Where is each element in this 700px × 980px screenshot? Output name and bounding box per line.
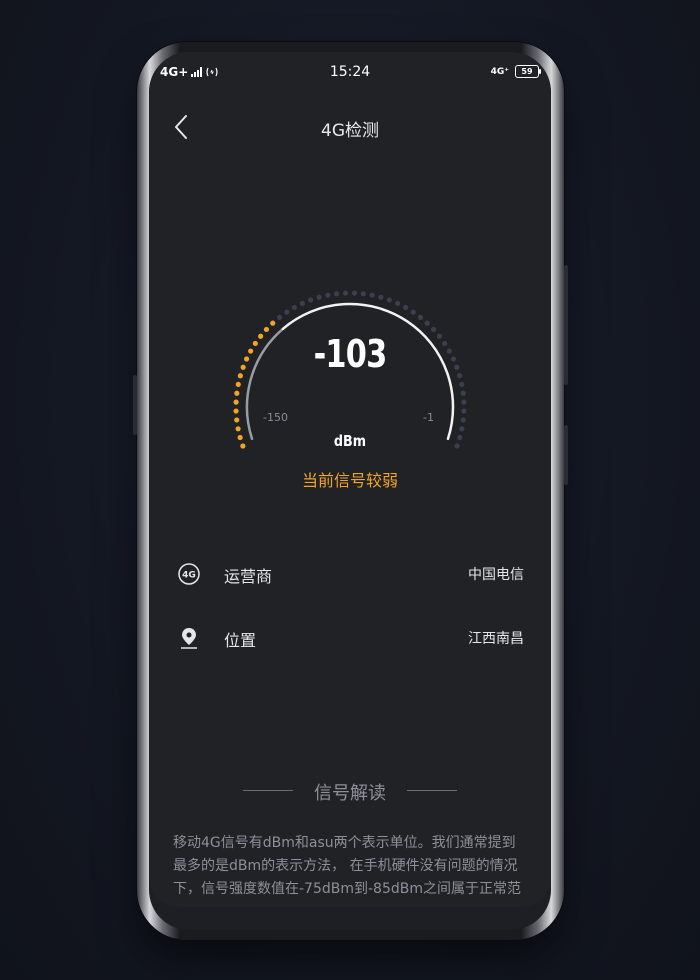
gauge-dot	[461, 408, 467, 414]
gauge-dot	[459, 381, 465, 388]
gauge-dot	[402, 304, 409, 311]
gauge-dot	[299, 300, 305, 307]
gauge-dot	[459, 426, 465, 432]
phone-screen: 4G+ 15:24 4G⁺ 59 4G检测 -103 -150 -1 dBm 当…	[149, 52, 551, 930]
gauge-dot-active	[235, 381, 241, 388]
location-value: 江西南昌	[468, 631, 524, 647]
status-right: 4G⁺ 59	[490, 65, 541, 78]
signal-status: 当前信号较弱	[301, 471, 398, 490]
gauge-dot-active	[270, 320, 276, 326]
gauge-dot	[308, 297, 314, 303]
gauge-dot-active	[234, 390, 240, 396]
gauge-dot	[417, 314, 424, 320]
gauge-dot	[316, 294, 322, 300]
gauge-dot	[378, 294, 384, 300]
gauge-dot	[424, 320, 430, 326]
location-row[interactable]: 位置 江西南昌	[149, 622, 551, 654]
app-screen: 4G+ 15:24 4G⁺ 59 4G检测 -103 -150 -1 dBm 当…	[149, 52, 551, 907]
gauge-dot-active	[235, 426, 241, 432]
page-title: 4G检测	[321, 121, 379, 141]
gauge-dot-active	[233, 408, 239, 414]
nav-bar: 4G检测	[149, 112, 551, 142]
gauge-dot	[291, 304, 298, 311]
carrier-row[interactable]: 4G 运营商 中国电信	[149, 558, 551, 590]
signal-value: -103	[313, 332, 388, 376]
battery-icon: 59	[515, 65, 541, 78]
svg-text:4G: 4G	[182, 571, 196, 581]
volume-button	[133, 375, 137, 435]
section-description: 移动4G信号有dBm和asu两个表示单位。我们通常提到最多的是dBm的表示方法，…	[173, 835, 521, 897]
gauge-dot	[351, 290, 358, 296]
gauge-dot	[369, 292, 375, 298]
gauge-dot	[276, 314, 283, 320]
section-title-text: 信号解读	[314, 783, 386, 804]
gauge-dot	[460, 417, 466, 423]
gauge-dot	[461, 399, 467, 405]
location-label: 位置	[224, 631, 257, 650]
status-bar: 4G+ 15:24 4G⁺ 59	[149, 62, 551, 84]
gauge-dot	[334, 291, 340, 297]
carrier-value: 中国电信	[468, 567, 524, 583]
section-title: 信号解读	[149, 779, 551, 804]
signal-unit: dBm	[333, 432, 367, 450]
4g-icon: 4G	[178, 563, 200, 585]
gauge-dot	[460, 390, 466, 396]
divider-right	[407, 790, 457, 791]
power-button-upper	[564, 265, 568, 385]
location-pin-icon	[181, 628, 197, 649]
gauge-max-label: -1	[423, 411, 434, 424]
carrier-label: 运营商	[224, 567, 273, 586]
gauge-min-label: -150	[263, 411, 288, 424]
gauge-dot	[284, 309, 290, 315]
power-button-lower	[564, 425, 568, 485]
gauge-dot-active	[233, 399, 239, 405]
gauge-dot	[386, 297, 392, 303]
gauge-dot	[395, 300, 401, 307]
gauge-dot	[360, 291, 366, 297]
gauge-dot-active	[234, 417, 240, 423]
gauge-dot	[342, 290, 349, 296]
gauge-dot	[325, 292, 331, 298]
gauge-dot	[410, 309, 416, 315]
network-type-right: 4G⁺	[490, 66, 509, 77]
